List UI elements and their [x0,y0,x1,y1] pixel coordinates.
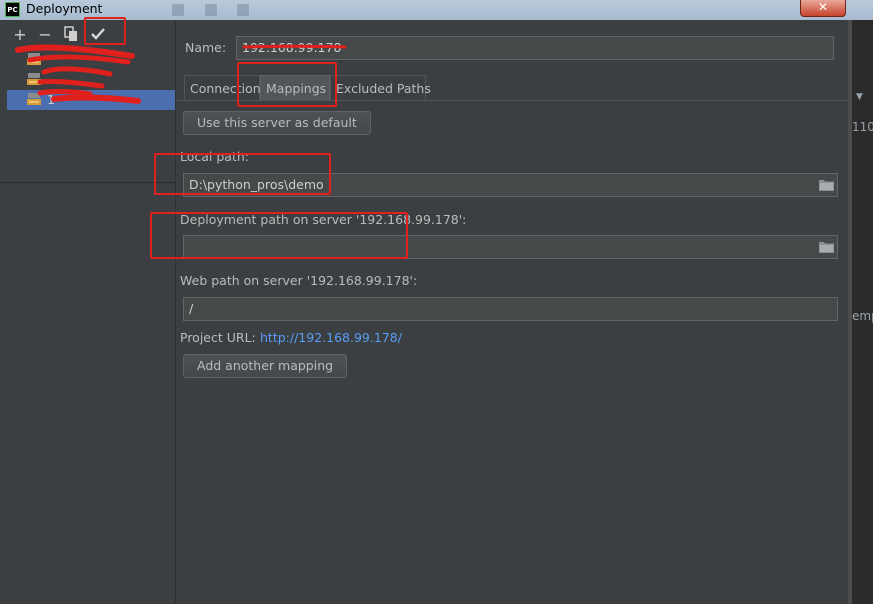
close-button[interactable]: ✕ [800,0,846,17]
add-icon: + [13,25,27,44]
name-field[interactable]: 192.168.99.178 [236,36,834,60]
annotation-box [154,153,331,195]
background-icon [205,4,217,16]
sftp-server-icon [27,73,41,85]
annotation-box [84,17,126,45]
background-text: emp [852,309,873,323]
annotation-box [150,212,408,259]
background-icon [237,4,249,16]
server-label: 1 [47,92,55,107]
project-url-label: Project URL: [180,330,256,345]
background-dropdown-arrow: ▼ [856,92,863,102]
remove-server-button[interactable]: − [36,26,54,44]
remove-icon: − [38,25,52,44]
background-text: 110 [852,120,873,134]
panel-divider [0,182,176,183]
use-as-default-button[interactable]: Use this server as default [183,111,371,135]
server-list-panel: + − 1 [0,20,176,604]
server-list: 1 [7,48,175,184]
web-path-field[interactable]: / [183,297,838,321]
tab-excluded-paths[interactable]: Excluded Paths [330,75,431,101]
background-icon [172,4,184,16]
web-path-label: Web path on server '192.168.99.178': [180,273,418,288]
name-label: Name: [185,40,227,55]
sftp-server-icon [27,93,41,105]
add-server-button[interactable]: + [11,26,29,44]
folder-icon[interactable] [819,241,834,253]
app-icon: PC [5,2,20,17]
server-list-item[interactable] [7,70,175,90]
copy-icon [64,26,77,41]
add-mapping-button[interactable]: Add another mapping [183,354,348,378]
close-icon: ✕ [817,0,829,14]
project-url-link[interactable]: http://192.168.99.178/ [260,330,402,345]
server-list-item[interactable] [7,50,175,70]
folder-icon[interactable] [819,179,834,191]
copy-server-button[interactable] [63,26,81,44]
annotation-box [237,62,337,107]
title-bar: PC Deployment ✕ [0,0,873,20]
server-list-item-selected[interactable]: 1 [7,90,175,110]
window-title: Deployment [26,1,103,16]
sftp-server-icon [27,53,41,65]
